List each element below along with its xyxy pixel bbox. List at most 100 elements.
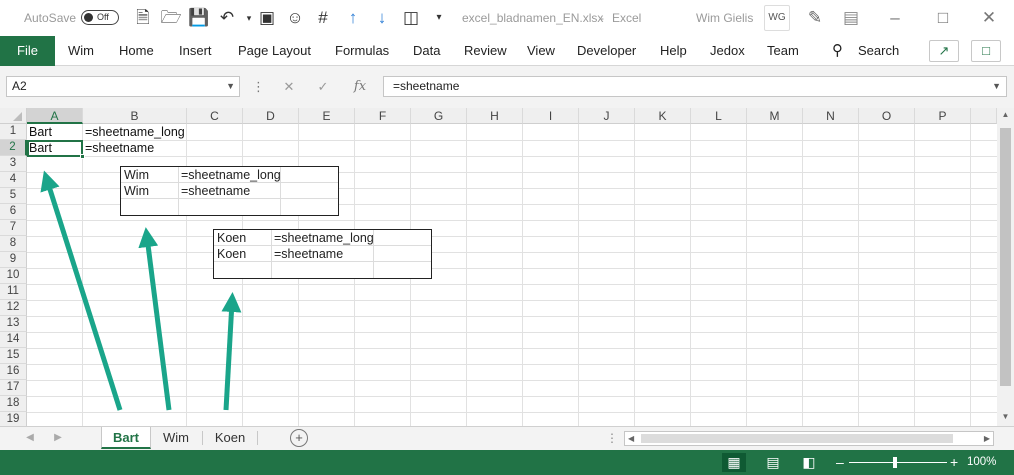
cell-a1[interactable]: Bart — [27, 124, 52, 140]
camera-icon[interactable]: ◫ — [400, 0, 422, 36]
row-header-7[interactable]: 7 — [0, 220, 27, 236]
fill-handle[interactable] — [80, 154, 85, 159]
column-header-k[interactable]: K — [635, 108, 691, 124]
user-name[interactable]: Wim Gielis — [696, 0, 753, 36]
row-header-14[interactable]: 14 — [0, 332, 27, 348]
sort-down-arrow-icon[interactable]: ↓ — [371, 0, 393, 36]
file-tab[interactable]: File — [0, 36, 55, 66]
row-header-13[interactable]: 13 — [0, 316, 27, 332]
comments-icon[interactable]: □ — [971, 40, 1001, 62]
insert-function-icon[interactable]: fx — [346, 76, 374, 97]
linked-picture-koen[interactable]: Koen =sheetname_long Koen =sheetname — [213, 229, 432, 279]
row-header-9[interactable]: 9 — [0, 252, 27, 268]
search-icon[interactable]: ⚲ — [832, 36, 843, 66]
row-header-19[interactable]: 19 — [0, 412, 27, 426]
next-sheet-icon[interactable]: ▶ — [48, 427, 68, 449]
zoom-out-icon[interactable]: – — [836, 453, 844, 472]
tab-formulas[interactable]: Formulas — [335, 36, 389, 66]
page-break-preview-icon[interactable]: ◧ — [797, 453, 821, 472]
tab-wim[interactable]: Wim — [68, 36, 94, 66]
ribbon-display-options-icon[interactable]: ▤ — [840, 0, 862, 36]
row-header-1[interactable]: 1 — [0, 124, 27, 140]
cancel-icon[interactable]: ✕ — [276, 76, 302, 97]
scroll-thumb[interactable] — [1000, 128, 1011, 386]
tab-developer[interactable]: Developer — [577, 36, 636, 66]
grid-hash-icon[interactable]: # — [312, 0, 334, 36]
column-header-a[interactable]: A — [27, 108, 83, 124]
column-header-n[interactable]: N — [803, 108, 859, 124]
prev-sheet-icon[interactable]: ◀ — [20, 427, 40, 449]
quick-access-form-icon[interactable]: ▣ — [256, 0, 278, 36]
row-header-18[interactable]: 18 — [0, 396, 27, 412]
sort-up-arrow-icon[interactable]: ↑ — [342, 0, 364, 36]
column-header-p[interactable]: P — [915, 108, 971, 124]
scroll-right-icon[interactable]: ▶ — [984, 432, 990, 445]
row-header-15[interactable]: 15 — [0, 348, 27, 364]
column-header-l[interactable]: L — [691, 108, 747, 124]
row-header-3[interactable]: 3 — [0, 156, 27, 172]
zoom-in-icon[interactable]: + — [950, 453, 958, 472]
pen-icon[interactable]: ✎ — [804, 0, 826, 36]
share-icon[interactable]: ↗ — [929, 40, 959, 62]
column-header-partial[interactable] — [971, 108, 997, 124]
column-header-m[interactable]: M — [747, 108, 803, 124]
column-header-o[interactable]: O — [859, 108, 915, 124]
column-header-c[interactable]: C — [187, 108, 243, 124]
minimize-icon[interactable]: – — [884, 0, 906, 36]
smiley-icon[interactable]: ☺ — [284, 0, 306, 36]
autosave-toggle[interactable]: Off — [81, 10, 119, 25]
column-header-f[interactable]: F — [355, 108, 411, 124]
new-file-icon[interactable]: 🗎 — [132, 0, 154, 36]
cell-b1[interactable]: =sheetname_long — [83, 124, 185, 140]
name-box[interactable]: A2 ▼ — [6, 76, 240, 97]
chevron-down-icon[interactable]: ▼ — [226, 77, 235, 96]
sheet-tab-bart[interactable]: Bart — [101, 427, 151, 449]
formula-input[interactable]: =sheetname ▼ — [383, 76, 1007, 97]
row-header-16[interactable]: 16 — [0, 364, 27, 380]
scroll-down-icon[interactable]: ▼ — [997, 412, 1014, 421]
scroll-left-icon[interactable]: ◀ — [628, 432, 634, 445]
zoom-slider-knob[interactable] — [893, 457, 897, 468]
cell-b2[interactable]: =sheetname — [83, 140, 154, 156]
vertical-scrollbar[interactable]: ▲ ▼ — [997, 108, 1014, 426]
column-header-b[interactable]: B — [83, 108, 187, 124]
search-box[interactable]: Search — [858, 36, 899, 66]
select-all-corner[interactable] — [0, 108, 27, 124]
add-sheet-icon[interactable]: + — [290, 429, 308, 447]
tab-page-layout[interactable]: Page Layout — [238, 36, 311, 66]
row-header-6[interactable]: 6 — [0, 204, 27, 220]
close-icon[interactable]: ✕ — [978, 0, 1000, 36]
save-icon[interactable]: 💾 — [188, 0, 210, 36]
row-header-17[interactable]: 17 — [0, 380, 27, 396]
customize-qat-icon[interactable]: ▾ — [428, 0, 450, 36]
row-header-4[interactable]: 4 — [0, 172, 27, 188]
column-header-i[interactable]: I — [523, 108, 579, 124]
normal-view-icon[interactable]: ▦ — [722, 453, 746, 472]
tab-home[interactable]: Home — [119, 36, 154, 66]
page-layout-view-icon[interactable]: ▤ — [761, 453, 785, 472]
tab-splitter-icon[interactable]: ⋮ — [606, 427, 618, 449]
user-avatar[interactable]: WG — [764, 5, 790, 31]
sheet-tab-wim[interactable]: Wim — [152, 427, 200, 449]
horizontal-scrollbar[interactable]: ◀ ▶ — [624, 431, 994, 446]
undo-icon[interactable]: ↶ — [216, 0, 238, 36]
tab-view[interactable]: View — [527, 36, 555, 66]
linked-picture-wim[interactable]: Wim =sheetname_long Wim =sheetname — [120, 166, 339, 216]
open-folder-icon[interactable]: 🗁 — [160, 0, 182, 36]
expand-formula-icon[interactable]: ▼ — [992, 77, 1001, 96]
scroll-up-icon[interactable]: ▲ — [997, 110, 1014, 119]
row-header-10[interactable]: 10 — [0, 268, 27, 284]
tab-insert[interactable]: Insert — [179, 36, 212, 66]
column-header-h[interactable]: H — [467, 108, 523, 124]
tab-team[interactable]: Team — [767, 36, 799, 66]
enter-check-icon[interactable]: ✓ — [310, 76, 336, 97]
worksheet-grid[interactable]: A B C D E F G H I J K L M N O P 1 2 3 4 … — [0, 108, 1014, 426]
tab-review[interactable]: Review — [464, 36, 507, 66]
tab-jedox[interactable]: Jedox — [710, 36, 745, 66]
column-header-e[interactable]: E — [299, 108, 355, 124]
sheet-tab-koen[interactable]: Koen — [205, 427, 255, 449]
h-scroll-thumb[interactable] — [641, 434, 953, 443]
more-options-icon[interactable]: ⋮ — [252, 76, 265, 97]
column-header-d[interactable]: D — [243, 108, 299, 124]
row-header-5[interactable]: 5 — [0, 188, 27, 204]
